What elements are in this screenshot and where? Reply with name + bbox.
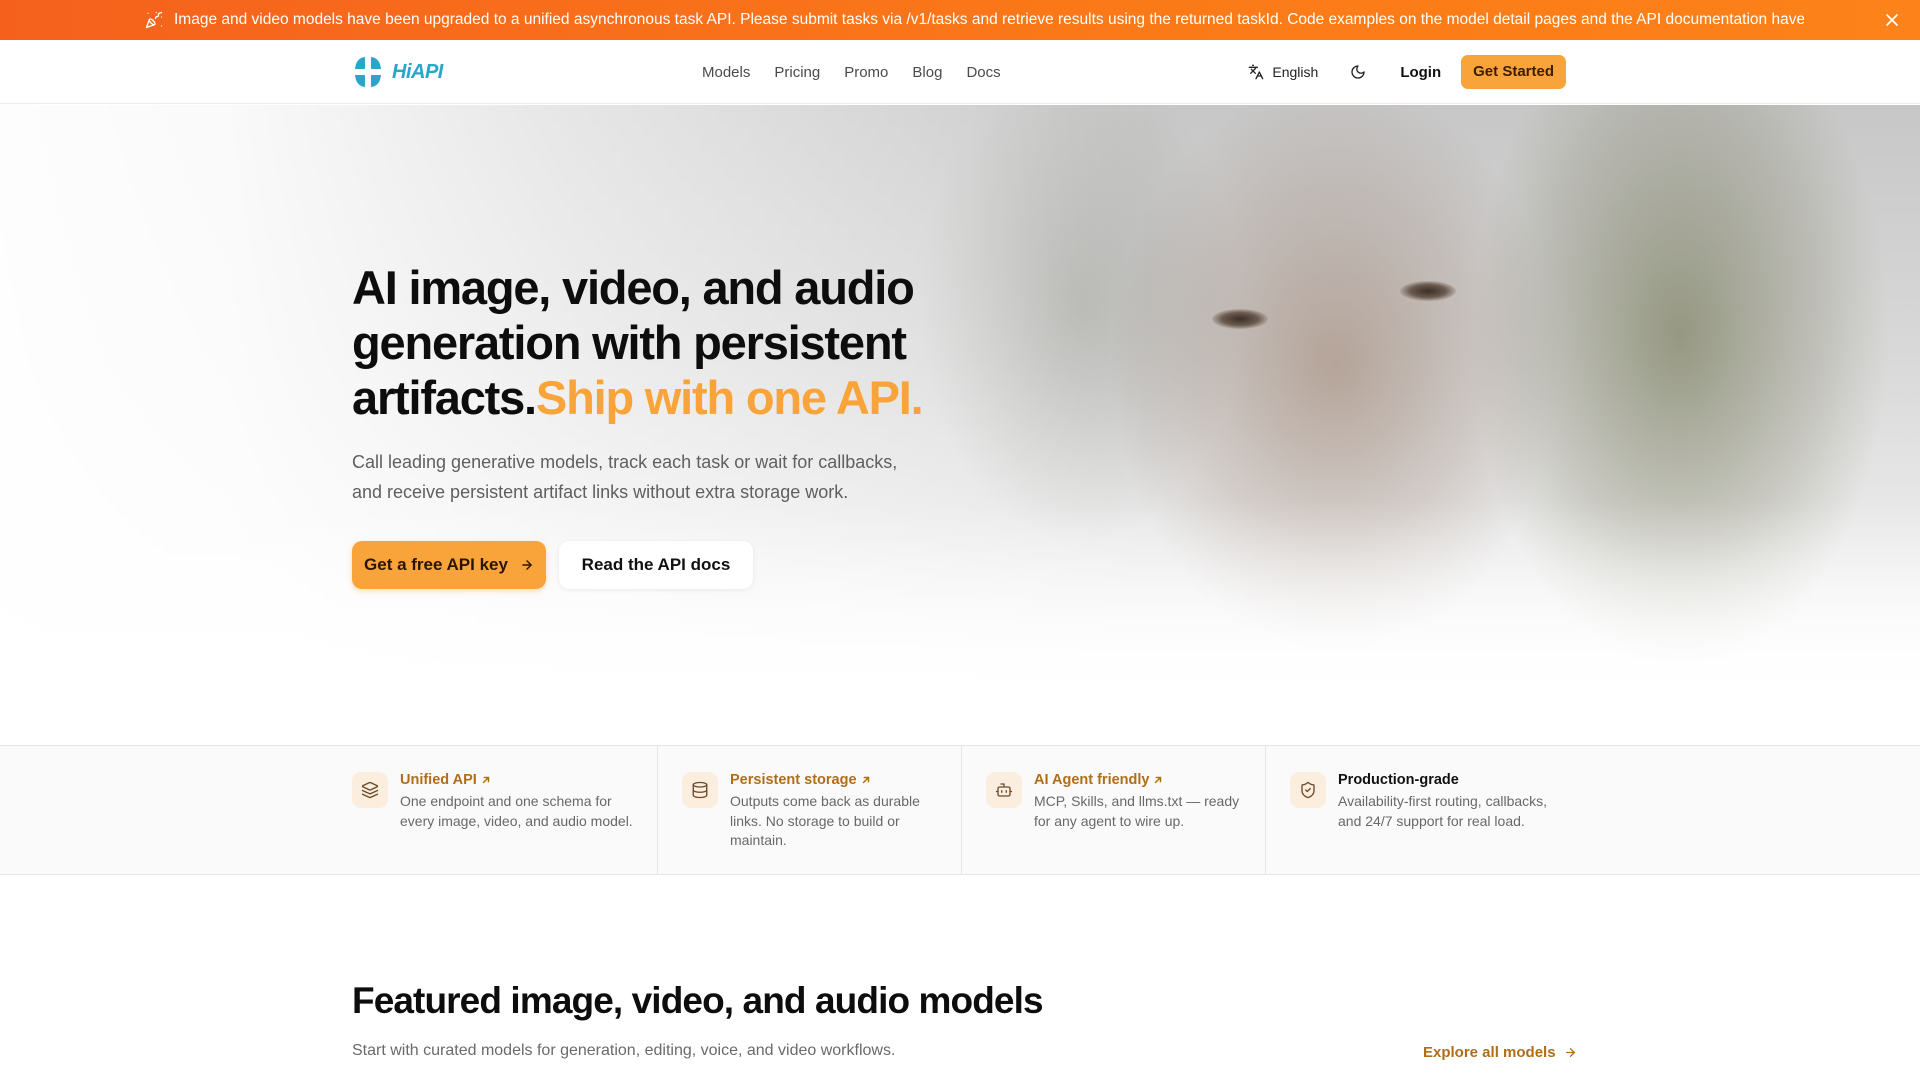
hero-section: AI image, video, and audio generation wi… [0,105,1920,745]
logo[interactable]: HiAPI [352,55,443,89]
feature-persistent-storage: Persistent storage Outputs come back as … [657,746,961,874]
read-api-docs-label: Read the API docs [581,555,731,574]
moon-icon [1351,65,1365,79]
get-started-button[interactable]: Get Started [1461,55,1566,89]
nav-links: Models Pricing Promo Blog Docs [702,40,1001,104]
announcement-banner: Image and video models have been upgrade… [0,0,1920,40]
hero-title-accent: Ship with one API. [535,371,924,424]
feature-description: One endpoint and one schema for every im… [400,793,633,829]
feature-description: Outputs come back as durable links. No s… [730,793,920,848]
featured-models-title: Featured image, video, and audio models [352,980,1044,1021]
get-api-key-button[interactable]: Get a free API key [352,541,546,589]
hero-title: AI image, video, and audio generation wi… [352,260,992,425]
nav-actions: English Login Get Started [1248,40,1566,104]
nav-link-docs[interactable]: Docs [966,64,1000,81]
translate-icon [1249,64,1264,80]
theme-toggle-button[interactable] [1346,60,1370,84]
top-nav: HiAPI Models Pricing Promo Blog Docs Eng… [0,40,1920,104]
feature-production-grade: Production-grade Availability-first rout… [1265,746,1920,874]
arrow-right-icon [522,560,532,570]
explore-all-models-label: Explore all models [1423,1044,1556,1061]
hero-subtitle: Call leading generative models, track ea… [352,452,898,502]
nav-link-models[interactable]: Models [702,64,750,81]
close-banner-button[interactable] [1880,8,1904,32]
feature-title: Unified API [400,772,477,788]
close-icon [1886,14,1898,26]
arrow-up-right-icon [1155,776,1162,784]
party-popper-icon [144,10,164,30]
feature-title-link[interactable]: Persistent storage [730,772,940,788]
bot-icon [986,772,1022,808]
hero-fade-bottom-overlay [0,105,1920,745]
featured-models-subtitle: Start with curated models for generation… [352,1042,896,1059]
database-icon [682,772,718,808]
language-label: English [1272,64,1319,80]
feature-title: AI Agent friendly [1034,772,1150,788]
feature-title-link[interactable]: AI Agent friendly [1034,772,1244,788]
nav-link-promo[interactable]: Promo [844,64,888,81]
arrow-up-right-icon [862,776,869,784]
logo-mark-icon [355,57,381,87]
login-button[interactable]: Login [1400,64,1441,81]
feature-title-link[interactable]: Unified API [400,772,640,788]
arrow-right-icon [1565,1048,1575,1057]
arrow-up-right-icon [482,776,490,784]
read-api-docs-button[interactable]: Read the API docs [559,541,753,589]
banner-text: Image and video models have been upgrade… [174,11,1804,28]
brand-name: HiAPI [392,60,443,83]
shield-check-icon [1290,772,1326,808]
feature-unified-api: Unified API One endpoint and one schema … [0,746,657,874]
feature-title: Persistent storage [730,772,857,788]
features-strip: Unified API One endpoint and one schema … [0,745,1920,875]
nav-link-pricing[interactable]: Pricing [774,64,820,81]
nav-link-blog[interactable]: Blog [912,64,942,81]
feature-ai-agent-friendly: AI Agent friendly MCP, Skills, and llms.… [961,746,1265,874]
get-api-key-label: Get a free API key [364,555,508,574]
language-selector[interactable]: English [1248,64,1318,80]
layers-icon [352,772,388,808]
explore-all-models-link[interactable]: Explore all models [1423,1044,1577,1061]
feature-description: MCP, Skills, and llms.txt — ready for an… [1034,793,1240,829]
feature-description: Availability-first routing, callbacks, a… [1338,793,1548,829]
feature-title: Production-grade [1338,772,1459,788]
